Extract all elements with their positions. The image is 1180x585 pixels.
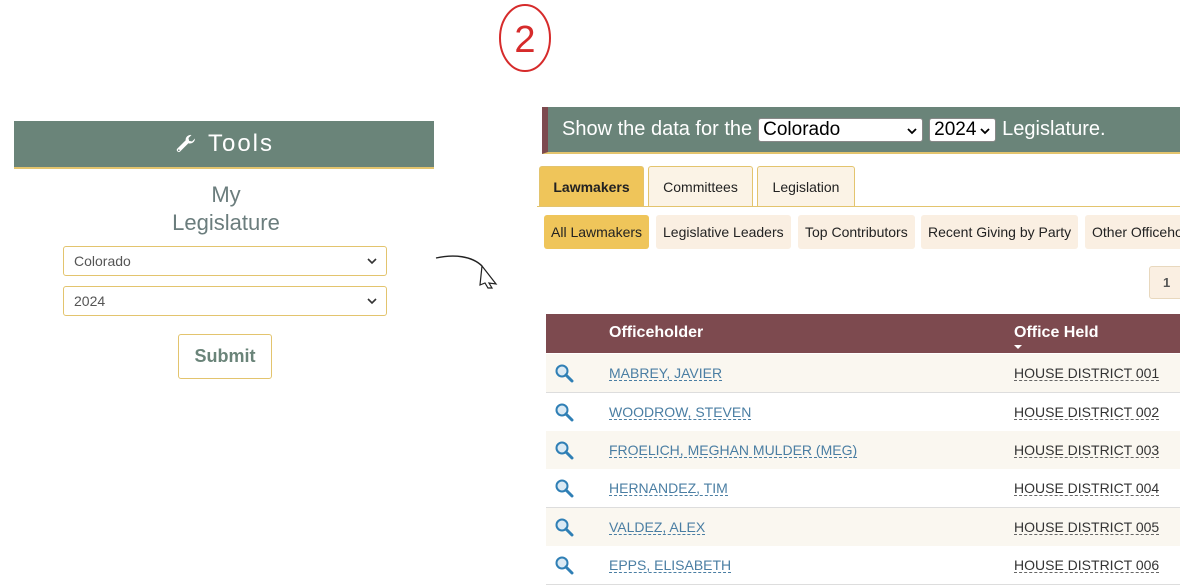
magnifier-icon[interactable]: [554, 555, 574, 575]
subtab-all-lawmakers[interactable]: All Lawmakers: [544, 215, 650, 249]
officeholder-link[interactable]: HERNANDEZ, TIM: [609, 481, 728, 496]
state-select[interactable]: Colorado: [63, 246, 387, 276]
office-held[interactable]: HOUSE DISTRICT 002: [1014, 405, 1160, 420]
column-officeholder[interactable]: Officeholder: [609, 324, 703, 342]
tab-lawmakers[interactable]: Lawmakers: [539, 166, 644, 207]
officeholder-link[interactable]: MABREY, JAVIER: [609, 366, 723, 381]
officeholder-link[interactable]: EPPS, ELISABETH: [609, 558, 732, 573]
banner-state-value: Colorado: [763, 118, 841, 140]
wrench-icon: [176, 134, 195, 152]
magnifier-icon[interactable]: [554, 402, 574, 422]
office-held[interactable]: HOUSE DISTRICT 004: [1014, 481, 1160, 496]
chevron-down-icon: [980, 127, 990, 134]
table-row: WOODROW, STEVEN HOUSE DISTRICT 002: [546, 393, 1180, 432]
submit-button[interactable]: Submit: [178, 334, 272, 379]
banner-year-select[interactable]: 2024: [929, 117, 997, 142]
table-row: EPPS, ELISABETH HOUSE DISTRICT 006: [546, 546, 1180, 585]
subtab-legislative-leaders[interactable]: Legislative Leaders: [656, 215, 791, 249]
banner-year-value: 2024: [934, 118, 977, 140]
data-selector-banner: Show the data for the Colorado 2024 Legi…: [542, 107, 1180, 154]
annotation-number: 2: [514, 19, 535, 61]
office-held[interactable]: HOUSE DISTRICT 001: [1014, 366, 1160, 381]
office-held[interactable]: HOUSE DISTRICT 005: [1014, 520, 1160, 535]
table-row: HERNANDEZ, TIM HOUSE DISTRICT 004: [546, 469, 1180, 508]
magnifier-icon[interactable]: [554, 478, 574, 498]
office-held[interactable]: HOUSE DISTRICT 006: [1014, 558, 1160, 573]
tab-committees[interactable]: Committees: [648, 166, 753, 207]
officeholder-link[interactable]: VALDEZ, ALEX: [609, 520, 706, 535]
table-row: VALDEZ, ALEX HOUSE DISTRICT 005: [546, 508, 1180, 547]
subtab-recent-giving[interactable]: Recent Giving by Party: [921, 215, 1079, 249]
tools-title: Tools: [207, 130, 275, 157]
table-row: FROELICH, MEGHAN MULDER (MEG) HOUSE DIST…: [546, 431, 1180, 470]
state-select-value: Colorado: [74, 253, 131, 269]
sort-desc-icon: [1014, 345, 1022, 349]
subtab-other-officeholders[interactable]: Other Officeho: [1085, 215, 1180, 249]
subtab-top-contributors[interactable]: Top Contributors: [798, 215, 915, 249]
tab-divider: [537, 206, 1180, 207]
arrow-cursor-icon: [435, 255, 498, 289]
heading-line-2: Legislature: [172, 210, 280, 235]
banner-state-select[interactable]: Colorado: [758, 117, 924, 142]
banner-suffix: Legislature.: [1002, 118, 1106, 140]
heading-line-1: My: [211, 182, 241, 207]
annotation-circle: 2: [499, 4, 551, 72]
magnifier-icon[interactable]: [554, 517, 574, 537]
year-select-value: 2024: [74, 293, 106, 309]
chevron-down-icon: [367, 258, 377, 265]
banner-prefix: Show the data for the: [562, 118, 753, 140]
tab-legislation[interactable]: Legislation: [757, 166, 855, 207]
my-legislature-heading: My Legislature: [14, 181, 438, 237]
table-header: Officeholder Office Held: [546, 314, 1180, 353]
pagination-page[interactable]: 1: [1149, 266, 1180, 299]
chevron-down-icon: [367, 298, 377, 305]
magnifier-icon[interactable]: [554, 440, 574, 460]
column-office-held[interactable]: Office Held: [1014, 324, 1098, 342]
table-row: MABREY, JAVIER HOUSE DISTRICT 001: [546, 354, 1180, 393]
magnifier-icon[interactable]: [554, 363, 574, 383]
tools-header: Tools: [14, 121, 434, 169]
chevron-down-icon: [907, 127, 917, 134]
office-held[interactable]: HOUSE DISTRICT 003: [1014, 443, 1160, 458]
year-select[interactable]: 2024: [63, 286, 387, 316]
officeholder-link[interactable]: FROELICH, MEGHAN MULDER (MEG): [609, 443, 858, 458]
officeholder-link[interactable]: WOODROW, STEVEN: [609, 405, 752, 420]
